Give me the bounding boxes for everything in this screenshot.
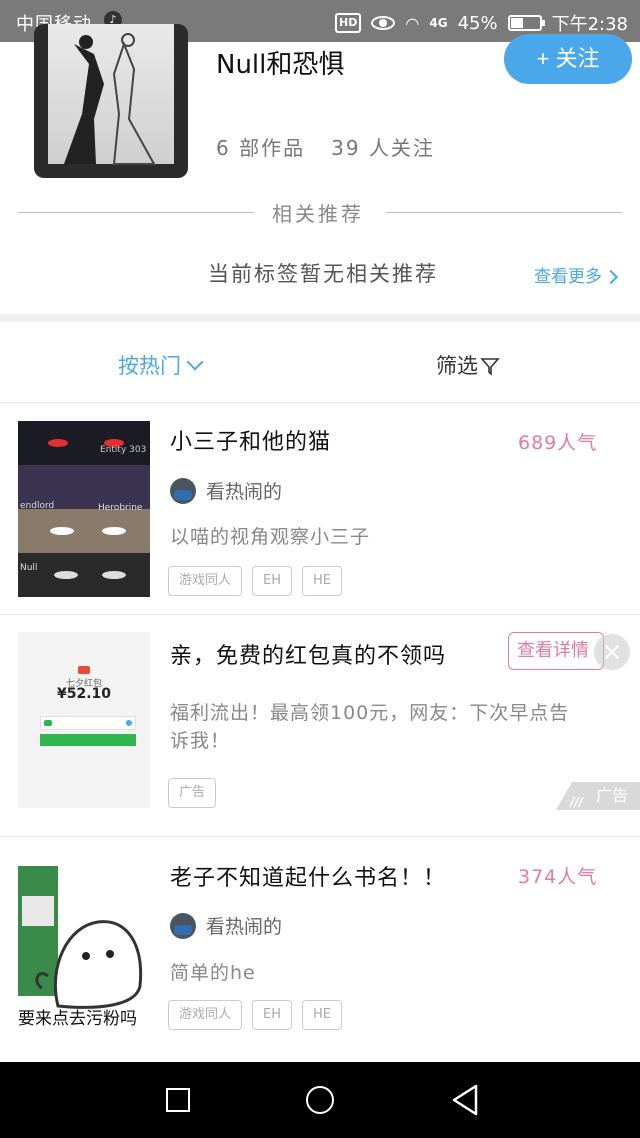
poster-avatar bbox=[170, 477, 196, 504]
author-name: Null和恐惧 bbox=[216, 50, 345, 80]
ad-description-line1: 福利流出！最高领100元，网友：下次早点告 bbox=[170, 702, 570, 724]
cover-text: 要来点去污粉吗 bbox=[18, 1009, 137, 1029]
related-divider: 相关推荐 bbox=[18, 196, 622, 230]
popularity: 689人气 bbox=[518, 432, 598, 454]
divider bbox=[0, 614, 640, 615]
back-button[interactable] bbox=[450, 1084, 480, 1116]
filter-icon bbox=[480, 358, 500, 376]
view-details-button[interactable]: 查看详情 bbox=[508, 632, 604, 670]
poster-avatar bbox=[170, 912, 196, 939]
poster: 看热闹的 bbox=[170, 477, 282, 504]
chevron-down-icon bbox=[186, 353, 204, 371]
work-title: 小三子和他的猫 bbox=[170, 430, 332, 455]
hd-icon: HD bbox=[335, 13, 362, 33]
tag[interactable]: EH bbox=[252, 566, 293, 596]
ad-image-amount: ¥52.10 bbox=[56, 686, 112, 702]
divider bbox=[0, 402, 640, 403]
tag[interactable]: HE bbox=[302, 1000, 343, 1030]
signal-4g-icon: 4G bbox=[429, 16, 448, 30]
close-icon[interactable] bbox=[594, 634, 630, 670]
related-title: 相关推荐 bbox=[272, 202, 364, 226]
cover-text: endlord bbox=[20, 501, 55, 511]
work-description: 以喵的视角观察小三子 bbox=[170, 526, 371, 548]
filter-label: 筛选 bbox=[436, 354, 478, 378]
cover-text: Null bbox=[20, 563, 38, 573]
work-description: 简单的he bbox=[170, 962, 256, 984]
wifi-icon: ◠ bbox=[405, 13, 420, 33]
section-separator bbox=[0, 314, 640, 322]
work-cover: 要来点去污粉吗 bbox=[18, 856, 150, 1032]
home-button[interactable] bbox=[306, 1086, 334, 1114]
ad-network-logo-icon: /// bbox=[570, 795, 584, 809]
sort-dropdown[interactable]: 按热门 bbox=[118, 350, 204, 380]
ad-tag: 广告 bbox=[168, 778, 217, 808]
cover-text: Herobrine bbox=[98, 503, 143, 513]
followers-count: 39 人关注 bbox=[331, 136, 435, 160]
author-stats: 6 部作品 39 人关注 bbox=[216, 132, 461, 161]
clock: 下午2:38 bbox=[551, 14, 628, 35]
tag[interactable]: EH bbox=[252, 1000, 293, 1030]
sort-label: 按热门 bbox=[118, 354, 181, 378]
follow-button[interactable]: + 关注 bbox=[504, 34, 632, 84]
tag[interactable]: HE bbox=[302, 566, 343, 596]
ad-badge: /// 广告 bbox=[556, 782, 640, 810]
chevron-right-icon bbox=[603, 269, 619, 285]
filter-button[interactable]: 筛选 bbox=[436, 350, 500, 380]
poster-name: 看热闹的 bbox=[206, 916, 283, 938]
tag-list: 游戏同人 EH HE bbox=[168, 1000, 343, 1030]
eye-comfort-icon bbox=[371, 16, 396, 30]
cover-text: Entity 303 bbox=[100, 445, 147, 455]
author-avatar[interactable] bbox=[34, 24, 188, 178]
see-more-label: 查看更多 bbox=[534, 267, 602, 287]
ad-description-line2: 诉我！ bbox=[170, 730, 231, 752]
divider bbox=[0, 836, 640, 837]
popularity: 374人气 bbox=[518, 866, 598, 888]
poster-name: 看热闹的 bbox=[206, 481, 283, 503]
no-recommendation-text: 当前标签暂无相关推荐 bbox=[208, 262, 438, 286]
recent-apps-button[interactable] bbox=[166, 1088, 190, 1112]
battery-percent: 45% bbox=[457, 12, 498, 34]
ad-image: 七夕红包 ¥52.10 bbox=[18, 632, 150, 808]
battery-icon bbox=[507, 15, 545, 31]
tag[interactable]: 游戏同人 bbox=[168, 1000, 243, 1030]
tag-list: 游戏同人 EH HE bbox=[168, 566, 343, 596]
tag[interactable]: 游戏同人 bbox=[168, 566, 243, 596]
ad-title: 亲，免费的红包真的不领吗 bbox=[170, 644, 447, 669]
work-title: 老子不知道起什么书名！！ bbox=[170, 866, 447, 891]
work-cover: Entity 303 Herobrine endlord Null bbox=[18, 421, 150, 597]
see-more-link[interactable]: 查看更多 bbox=[534, 262, 619, 287]
works-count: 6 部作品 bbox=[216, 136, 306, 160]
tag-list: 广告 bbox=[168, 778, 217, 808]
ad-badge-label: 广告 bbox=[596, 786, 629, 805]
poster: 看热闹的 bbox=[170, 912, 282, 939]
